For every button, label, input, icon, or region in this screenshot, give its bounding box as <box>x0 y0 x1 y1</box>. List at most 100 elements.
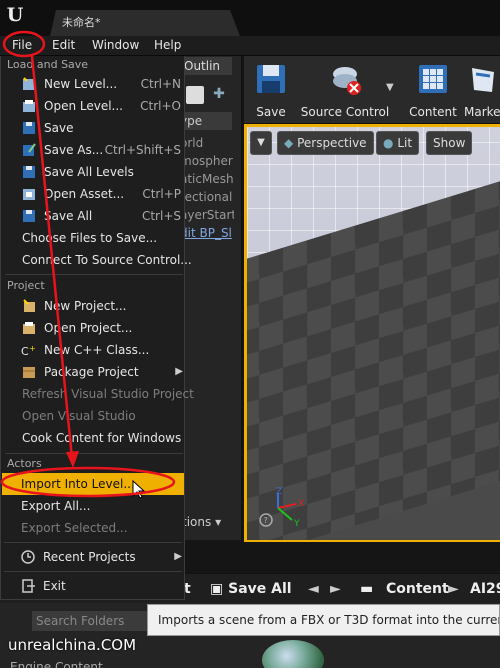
menu-item-label: Open Visual Studio <box>22 409 136 423</box>
source-control-icon <box>333 67 361 95</box>
menu-divider <box>5 453 183 454</box>
toolbar-content-button[interactable]: Content <box>408 60 458 120</box>
save-all-button[interactable]: ▣ Save All <box>210 574 292 604</box>
save-all-icon <box>23 210 35 222</box>
sphere-icon: ● <box>383 136 394 150</box>
menu-edit[interactable]: Edit <box>48 36 79 56</box>
outliner-row[interactable]: orld <box>180 134 234 152</box>
menu-item-save-as[interactable]: Save As... Ctrl+Shift+S <box>7 139 183 161</box>
menu-item-new-project[interactable]: New Project... <box>7 295 183 317</box>
menu-item-import-into-level[interactable]: Import Into Level... <box>6 473 182 495</box>
toolbar-marketplace-label: Marke <box>464 105 500 119</box>
menu-item-label: New Level... <box>44 77 118 91</box>
show-button[interactable]: Show <box>426 131 473 155</box>
toolbar-save-label: Save <box>256 105 286 119</box>
svg-text:Y: Y <box>293 519 300 529</box>
svg-text:?: ? <box>264 516 268 525</box>
menu-item-export-selected: Export Selected... <box>6 517 182 539</box>
engine-content-folder[interactable]: Engine Content <box>10 660 103 668</box>
menu-item-refresh-vs-project: Refresh Visual Studio Project <box>7 383 194 405</box>
tab-world-outliner[interactable]: Outlin <box>182 57 232 75</box>
menu-item-connect-source-control[interactable]: Connect To Source Control... <box>7 249 192 271</box>
toolbar-content-label: Content <box>409 105 457 119</box>
cube-icon: ◆ <box>284 136 294 150</box>
toolbar-marketplace-button[interactable]: Marke <box>464 60 500 120</box>
search-icon[interactable] <box>186 86 204 104</box>
save-as-icon <box>23 143 36 156</box>
lit-button[interactable]: ● Lit <box>376 131 420 155</box>
view-options-button[interactable]: tions ▾ <box>182 513 240 531</box>
menu-divider <box>5 274 183 275</box>
menu-bar: File Edit Window Help <box>0 36 500 56</box>
outliner-row[interactable]: ayerStart <box>180 206 234 224</box>
perspective-button[interactable]: ◆ Perspective <box>277 131 374 155</box>
menu-item-label: Export Selected... <box>21 521 128 535</box>
menu-item-open-visual-studio: Open Visual Studio <box>7 405 183 427</box>
section-project: Project <box>7 279 45 292</box>
save-all-label: Save All <box>228 581 292 597</box>
submenu-arrow-icon: ▶ <box>175 366 183 377</box>
menu-file[interactable]: File <box>8 36 36 56</box>
menu-item-export-all[interactable]: Export All... <box>6 495 182 517</box>
open-asset-icon <box>23 189 35 200</box>
forward-arrow-icon[interactable]: ► <box>330 574 341 604</box>
main-toolbar: Save Source Control ▼ Content Marke <box>244 56 500 124</box>
folder-icon: ▬ <box>360 581 374 597</box>
breadcrumb-folder[interactable]: AI29 <box>470 574 500 604</box>
menu-item-label: Save All Levels <box>44 165 134 179</box>
menu-item-save-all-levels[interactable]: Save All Levels <box>7 161 183 183</box>
new-level-icon <box>23 77 35 90</box>
menu-item-label: Open Project... <box>44 321 133 335</box>
open-level-icon <box>23 100 35 112</box>
menu-item-open-level[interactable]: Open Level... Ctrl+O <box>7 95 183 117</box>
toolbar-save-button[interactable]: Save <box>250 60 292 120</box>
menu-window[interactable]: Window <box>88 36 143 56</box>
toolbar-source-control-label: Source Control <box>300 105 390 119</box>
document-tab[interactable]: 未命名* <box>50 10 240 36</box>
import-button-partial[interactable]: t <box>184 574 191 604</box>
menu-item-label: Choose Files to Save... <box>22 231 158 245</box>
source-control-dropdown-icon[interactable]: ▼ <box>386 82 394 93</box>
section-actors: Actors <box>7 457 42 470</box>
menu-item-save[interactable]: Save <box>7 117 183 139</box>
marketplace-icon <box>472 68 494 92</box>
back-arrow-icon[interactable]: ◄ <box>308 574 319 604</box>
level-viewport[interactable] <box>247 127 500 540</box>
outliner-row[interactable]: rectional <box>180 188 234 206</box>
unreal-logo-icon: U <box>6 4 24 26</box>
new-project-icon <box>23 299 35 312</box>
menu-help[interactable]: Help <box>150 36 185 56</box>
outliner-row-edit-blueprint[interactable]: dit BP_Sl <box>180 224 234 242</box>
type-column-header[interactable]: ype <box>180 112 232 130</box>
outliner-row[interactable]: aticMesh <box>180 170 234 188</box>
menu-item-open-asset[interactable]: Open Asset... Ctrl+P <box>7 183 183 205</box>
add-actor-icon[interactable]: ✚ <box>208 86 230 104</box>
menu-item-save-all[interactable]: Save All Ctrl+S <box>7 205 183 227</box>
exit-icon <box>22 579 35 593</box>
menu-item-label: Save As... <box>44 143 104 157</box>
menu-item-package-project[interactable]: Package Project ▶ <box>7 361 183 383</box>
toolbar-source-control-button[interactable]: Source Control <box>300 60 390 120</box>
search-folders-input[interactable]: Search Folders <box>32 611 150 631</box>
save-disk-icon <box>257 65 285 93</box>
menu-item-label: New Project... <box>44 299 127 313</box>
menu-item-open-project[interactable]: Open Project... <box>7 317 183 339</box>
menu-item-label: Package Project <box>44 365 139 379</box>
menu-item-cook-content[interactable]: Cook Content for Windows <box>7 427 183 449</box>
axis-gizmo-icon: Z X Y ? <box>259 487 304 529</box>
save-icon <box>23 122 35 134</box>
outliner-row[interactable]: mospher <box>180 152 234 170</box>
breadcrumb-content[interactable]: Content <box>386 574 449 604</box>
cpp-class-icon: C + <box>21 344 36 358</box>
clock-icon <box>21 550 35 564</box>
watermark: unrealchina.COM <box>8 636 137 654</box>
menu-item-label: Connect To Source Control... <box>22 253 192 267</box>
svg-text:+: + <box>29 344 36 353</box>
menu-item-exit[interactable]: Exit <box>6 575 182 597</box>
menu-item-new-level[interactable]: New Level... Ctrl+N <box>7 73 183 95</box>
menu-item-new-cpp-class[interactable]: C + New C++ Class... <box>7 339 183 361</box>
menu-item-choose-files-to-save[interactable]: Choose Files to Save... <box>7 227 183 249</box>
section-load-and-save: Load and Save <box>7 58 89 71</box>
viewport-options-button[interactable]: ▼ <box>250 131 272 155</box>
menu-item-recent-projects[interactable]: Recent Projects ▶ <box>6 546 182 568</box>
